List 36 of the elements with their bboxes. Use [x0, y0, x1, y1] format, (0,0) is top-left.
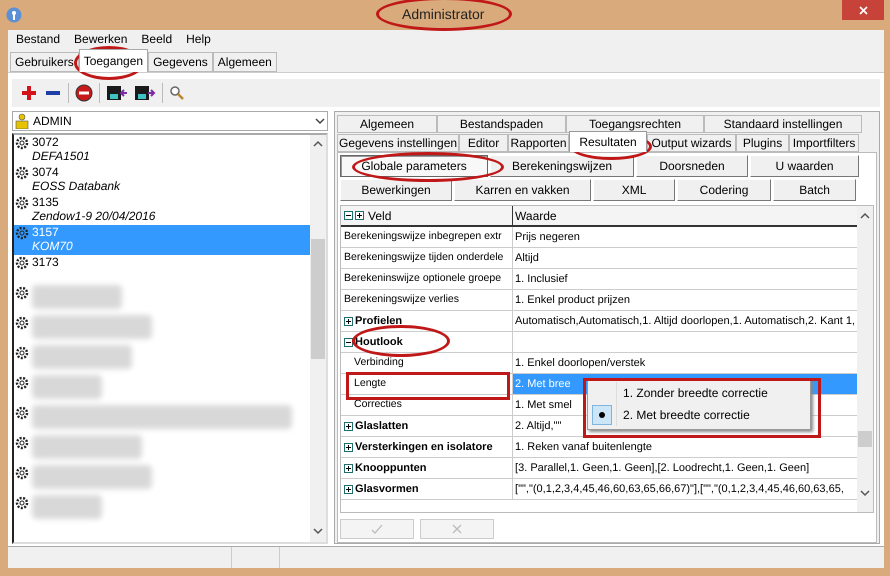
field-value: 2. Met bree: [515, 376, 571, 392]
entry-name: Zendow1-9 20/04/2016: [32, 209, 156, 223]
field-label: Correcties: [353, 397, 402, 412]
entry-code: 3074: [32, 165, 60, 179]
field-label: Berekeningswijze inbegrepen extr: [344, 229, 502, 244]
entry-code: 3173: [32, 255, 59, 269]
field-label: Verbinding: [353, 355, 404, 370]
field-value: [3. Parallel,1. Geen,1. Geen],[2. Loodrecht,1. Geen,1. Geen]: [515, 460, 810, 476]
field-value: 1. Enkel doorlopen/verstek: [515, 356, 646, 371]
entry-name: KOM70: [32, 239, 73, 253]
field-value: ["","(0,1,2,3,4,45,46,60,63,65,66,67)"],["","(0,1,2,3,4,45,46,60,63,65,: [515, 482, 844, 497]
field-label: Glasvormen: [355, 482, 419, 497]
entry-name: DEFA1501: [32, 149, 90, 163]
field-label: Profielen: [355, 314, 402, 329]
field-value: 1. Reken vanaf buitenlengte: [515, 440, 652, 455]
field-value: 1. Inclusief: [515, 272, 568, 287]
field-value: Prijs negeren: [515, 230, 580, 245]
field-value: 1. Enkel product prijzen: [515, 292, 630, 308]
entry-code: 3072: [32, 135, 60, 149]
window-title: Administrator: [402, 6, 484, 22]
entry-name: EOSS Databank: [32, 179, 120, 193]
field-value: 2. Altijd,"": [515, 418, 562, 434]
field-value: Automatisch,Automatisch,1. Altijd doorlopen,1. Automatisch,2. Kant 1,: [515, 314, 855, 329]
field-value: Altijd: [515, 250, 539, 266]
select-value: ADMIN: [33, 113, 73, 130]
field-label: Glaslatten: [355, 418, 408, 434]
field-label: Knooppunten: [355, 460, 427, 476]
entry-code: 3157: [32, 225, 60, 239]
field-label: Houtlook: [355, 334, 403, 350]
field-label: Versterkingen en isolatore: [355, 440, 493, 455]
field-label: Lengte: [353, 376, 386, 392]
entry-code: 3135: [32, 195, 60, 209]
field-label: Berekeningswijze verlies: [344, 292, 459, 308]
field-label: Berekeningswijze tijden onderdele: [344, 250, 504, 266]
field-value: 1. Met smel: [515, 398, 572, 413]
field-label: Berekeninswijze optionele groepe: [344, 271, 502, 286]
